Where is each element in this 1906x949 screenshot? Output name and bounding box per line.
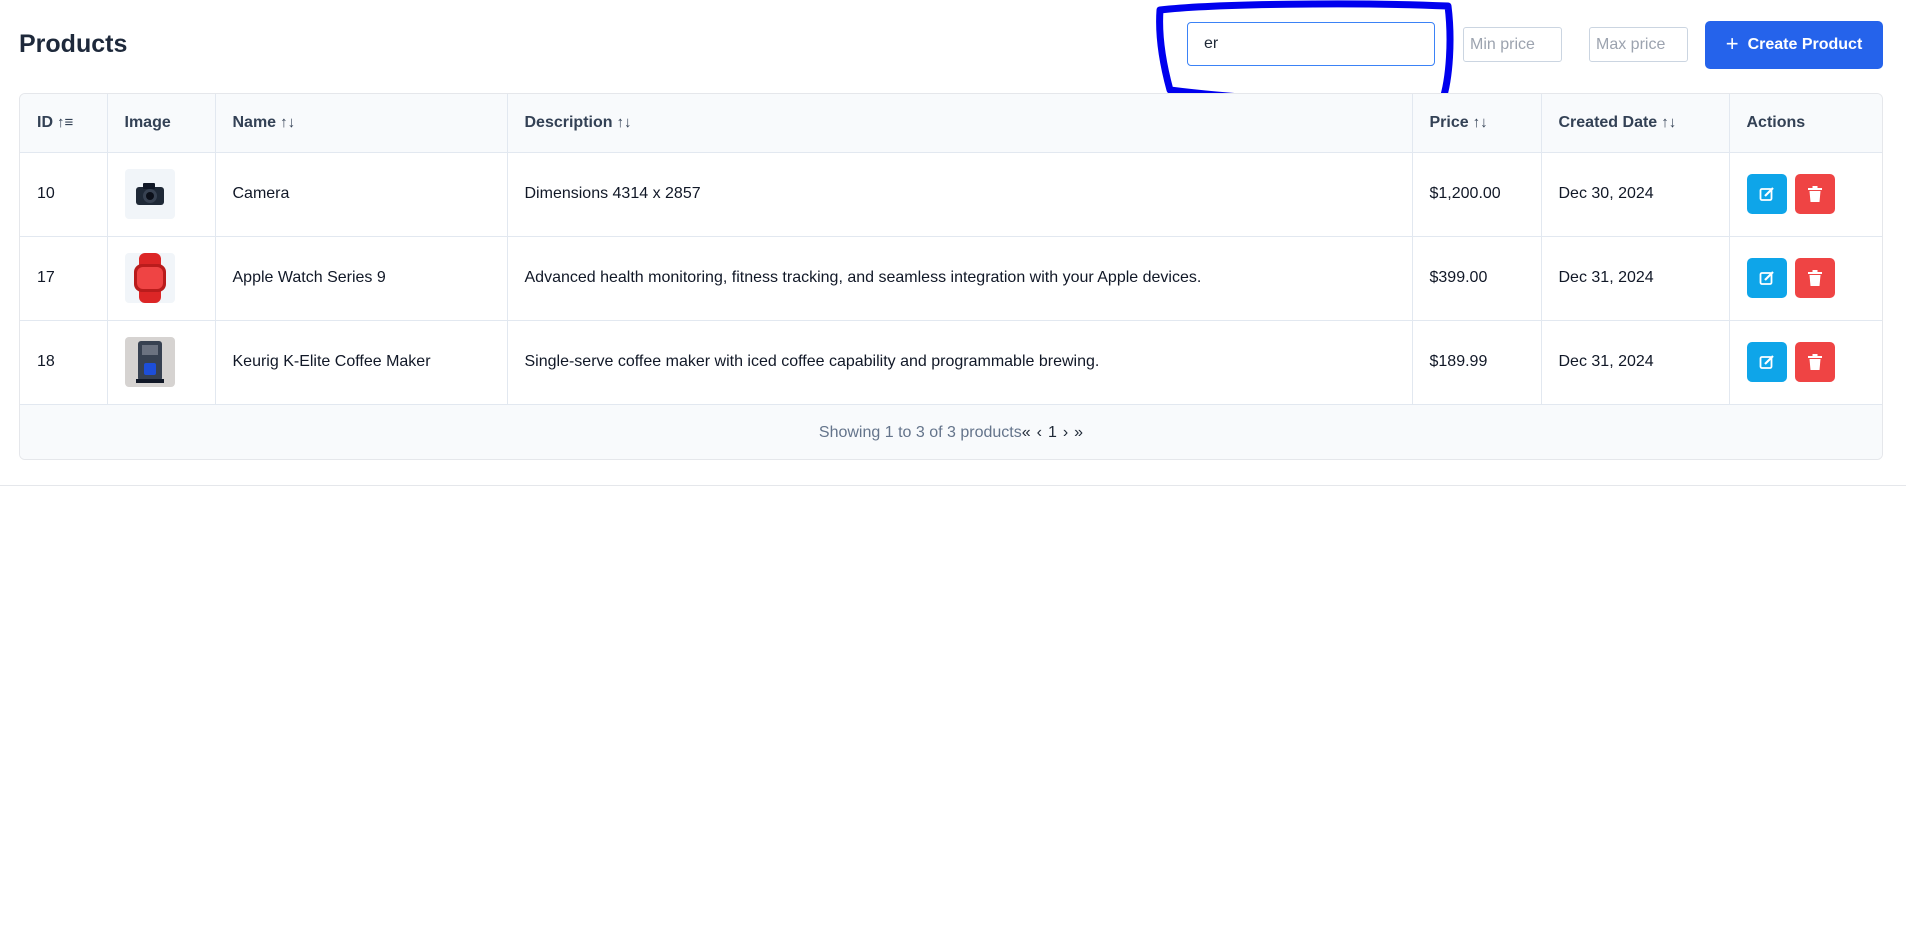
last-page-button[interactable]: » xyxy=(1074,424,1083,442)
column-header-name[interactable]: Name ↑↓ xyxy=(215,94,508,153)
cell-price: $1,200.00 xyxy=(1412,152,1542,237)
table-row: 18 Keurig K-Elite Coffee Maker Single-se… xyxy=(20,320,1882,405)
edit-button[interactable] xyxy=(1746,174,1787,214)
page-number-button[interactable]: 1 xyxy=(1048,424,1057,442)
search-input[interactable] xyxy=(1187,22,1435,66)
trash-icon xyxy=(1807,270,1822,286)
camera-icon xyxy=(124,169,175,219)
delete-button[interactable] xyxy=(1794,342,1835,382)
sort-icon[interactable]: ↑↓ xyxy=(617,114,632,131)
column-header-id[interactable]: ID ↑≡ xyxy=(20,94,108,153)
edit-icon xyxy=(1759,187,1774,201)
sort-icon[interactable]: ↑↓ xyxy=(1473,114,1488,131)
next-page-button[interactable]: › xyxy=(1063,424,1068,442)
products-table: ID ↑≡ Image Name ↑↓ Description ↑↓ Price ↑↓ … xyxy=(19,93,1883,460)
create-product-label: Create Product xyxy=(1747,36,1863,53)
plus-icon: + xyxy=(1725,31,1739,56)
max-price-input[interactable] xyxy=(1589,27,1688,62)
delete-button[interactable] xyxy=(1794,258,1835,298)
cell-price: $399.00 xyxy=(1412,236,1542,321)
column-header-created-date[interactable]: Created Date ↑↓ xyxy=(1541,94,1730,153)
column-header-price[interactable]: Price ↑↓ xyxy=(1412,94,1542,153)
edit-icon xyxy=(1759,355,1774,369)
edit-icon xyxy=(1759,271,1774,285)
cell-created-date: Dec 31, 2024 xyxy=(1541,236,1730,321)
cell-description: Advanced health monitoring, fitness trac… xyxy=(507,236,1413,321)
smartwatch-icon xyxy=(124,253,175,303)
trash-icon xyxy=(1807,186,1822,202)
table-header-row: ID ↑≡ Image Name ↑↓ Description ↑↓ Price ↑↓ … xyxy=(20,94,1882,153)
table-row: 10 Camera Dimensions 4314 x 2857 $1,200.… xyxy=(20,152,1882,237)
coffee-maker-icon xyxy=(124,337,175,387)
sort-icon[interactable]: ↑≡ xyxy=(57,114,73,131)
cell-id: 10 xyxy=(20,152,108,237)
cell-description: Single-serve coffee maker with iced coff… xyxy=(507,320,1413,405)
edit-button[interactable] xyxy=(1746,342,1787,382)
pagination-controls: « ‹ 1 › » xyxy=(1022,424,1083,442)
edit-button[interactable] xyxy=(1746,258,1787,298)
column-header-actions: Actions xyxy=(1729,94,1882,153)
trash-icon xyxy=(1807,354,1822,370)
products-card: Products + Create Product ID↑≡ Image Nam… xyxy=(0,0,1906,486)
column-header-image: Image xyxy=(107,94,216,153)
first-page-button[interactable]: « xyxy=(1022,424,1031,442)
prev-page-button[interactable]: ‹ xyxy=(1037,424,1042,442)
min-price-input[interactable] xyxy=(1463,27,1562,62)
table-row: 17 Apple Watch Series 9 Advanced health … xyxy=(20,236,1882,321)
cell-created-date: Dec 31, 2024 xyxy=(1541,320,1730,405)
pagination-bar: Showing 1 to 3 of 3 products « ‹ 1 › » xyxy=(20,404,1882,459)
sort-icon[interactable]: ↑↓ xyxy=(280,114,295,131)
column-header-description[interactable]: Description ↑↓ xyxy=(507,94,1413,153)
cell-price: $189.99 xyxy=(1412,320,1542,405)
page-title: Products xyxy=(19,30,128,58)
cell-name: Keurig K-Elite Coffee Maker xyxy=(215,320,508,405)
cell-created-date: Dec 30, 2024 xyxy=(1541,152,1730,237)
sort-icon[interactable]: ↑↓ xyxy=(1661,114,1676,131)
cell-name: Apple Watch Series 9 xyxy=(215,236,508,321)
delete-button[interactable] xyxy=(1794,174,1835,214)
cell-id: 18 xyxy=(20,320,108,405)
cell-description: Dimensions 4314 x 2857 xyxy=(507,152,1413,237)
create-product-button[interactable]: + Create Product xyxy=(1705,21,1883,69)
pagination-summary: Showing 1 to 3 of 3 products xyxy=(818,424,1022,441)
cell-id: 17 xyxy=(20,236,108,321)
cell-name: Camera xyxy=(215,152,508,237)
